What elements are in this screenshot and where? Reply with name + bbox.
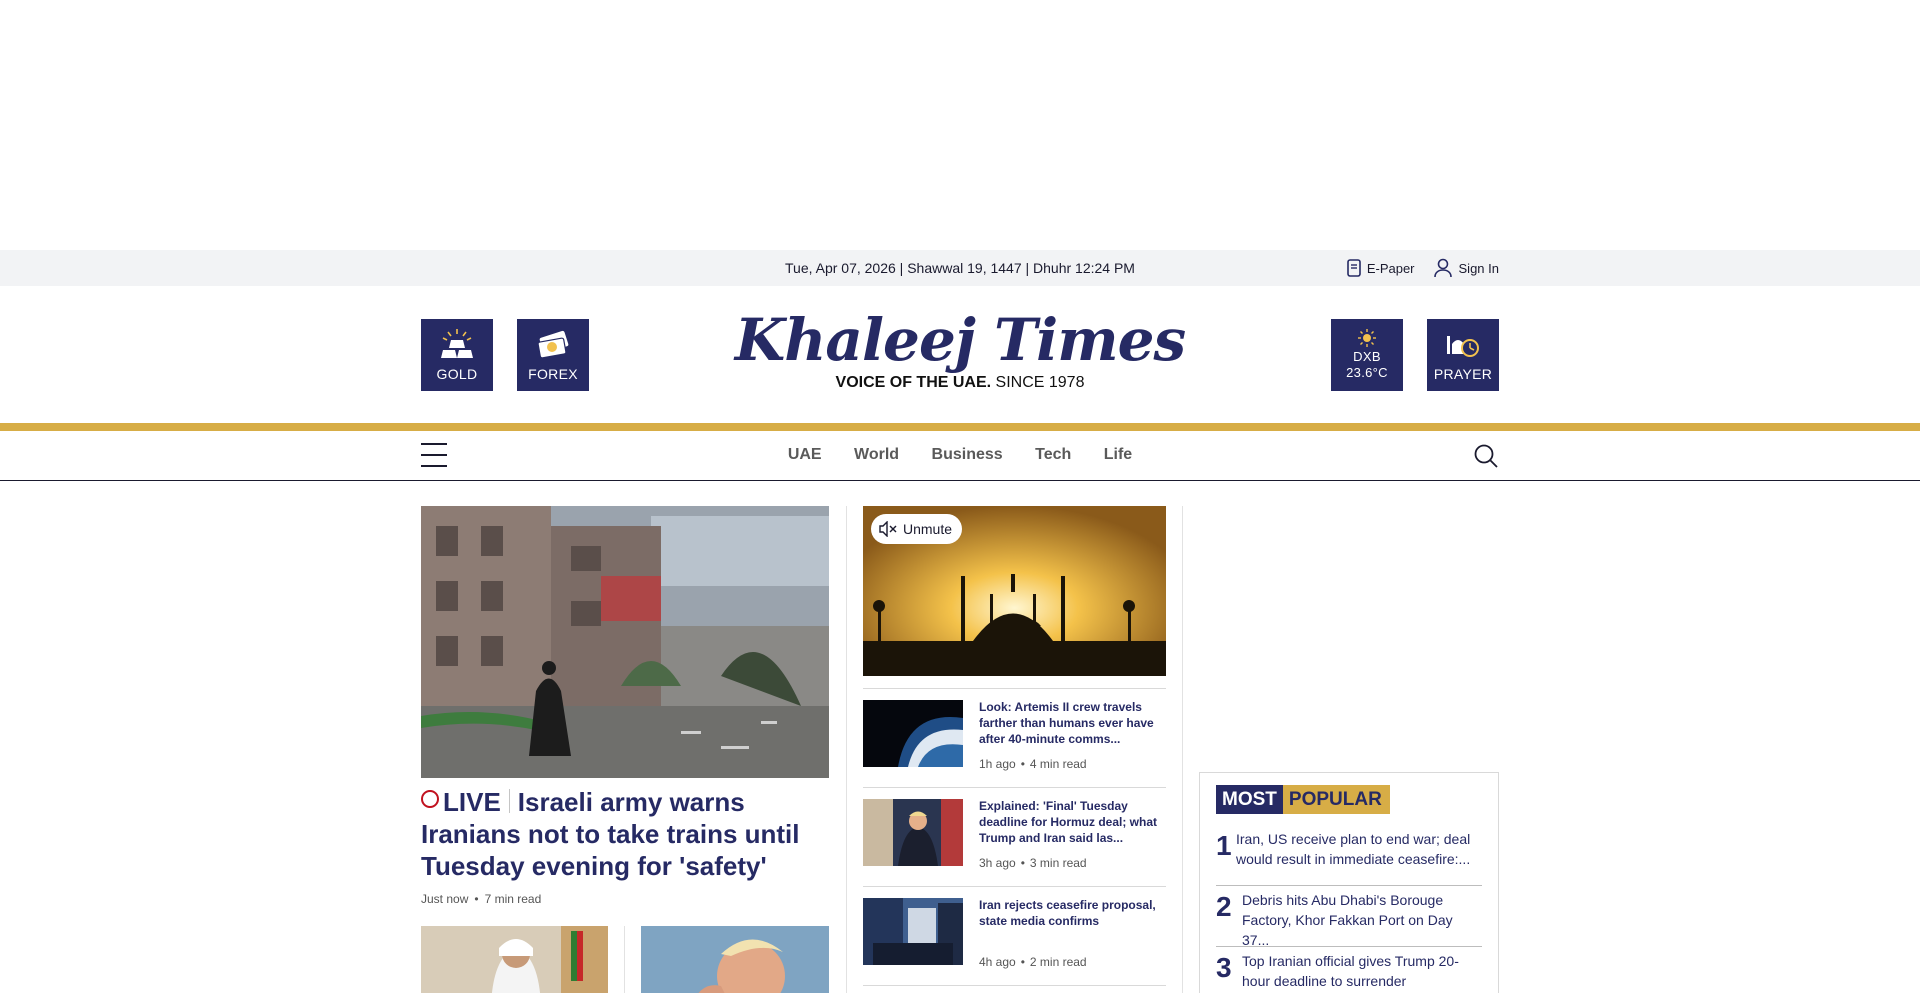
date-line: Tue, Apr 07, 2026 | Shawwal 19, 1447 | D…: [785, 260, 1135, 276]
story-meta: 3h ago • 3 min read: [979, 856, 1087, 870]
most-popular-heading-b: POPULAR: [1282, 785, 1390, 814]
prayer-button[interactable]: PRAYER: [1427, 319, 1499, 391]
epaper-label: E-Paper: [1366, 260, 1415, 276]
weather-city: DXB: [1353, 349, 1381, 364]
story-read-time: 4 min read: [1029, 757, 1087, 771]
unmute-label: Unmute: [903, 521, 953, 537]
main-content: LIVE Israeli army warns Iranians not to t…: [421, 506, 1499, 993]
sub-photo-1-illustration: [421, 926, 608, 993]
lead-headline[interactable]: LIVE Israeli army warns Iranians not to t…: [421, 786, 829, 882]
epaper-icon: [1347, 259, 1361, 277]
tagline-rest: SINCE 1978: [991, 374, 1085, 391]
search-icon[interactable]: [1473, 443, 1499, 469]
nav-item-world[interactable]: World: [854, 431, 899, 479]
sign-in-label: Sign In: [1458, 260, 1499, 276]
column-divider-1: [846, 506, 847, 993]
nav-item-business[interactable]: Business: [932, 431, 1003, 479]
sub-story-divider: [624, 926, 625, 993]
list-item[interactable]: Iran rejects ceasefire proposal, state m…: [863, 886, 1166, 985]
popular-item-1[interactable]: 1 Iran, US receive plan to end war; deal…: [1216, 825, 1482, 886]
story-read-time: 2 min read: [1029, 955, 1087, 969]
ad-space: [0, 0, 1920, 250]
live-indicator-icon: [421, 790, 439, 808]
live-separator: [508, 789, 510, 813]
muted-speaker-icon: [879, 521, 897, 537]
story-thumbnail: [863, 700, 963, 767]
sub-photo-2-illustration: [641, 926, 829, 993]
lead-read-time: 7 min read: [484, 892, 542, 906]
nav-item-life[interactable]: Life: [1104, 431, 1132, 479]
story-time: 1h ago: [979, 757, 1016, 771]
most-popular-heading-a: MOST: [1216, 785, 1283, 814]
nav-item-uae[interactable]: UAE: [788, 431, 822, 479]
popular-item-2[interactable]: 2 Debris hits Abu Dhabi's Borouge Factor…: [1216, 886, 1482, 948]
sun-icon: [1358, 329, 1376, 347]
main-nav: UAE World Business Tech Life: [0, 431, 1920, 481]
story-meta: 4h ago • 2 min read: [979, 955, 1087, 969]
most-popular-heading: MOST POPULAR: [1216, 785, 1390, 814]
top-bar-actions: E-Paper Sign In: [1347, 250, 1499, 286]
story-time: 3h ago: [979, 856, 1016, 870]
popular-title: Debris hits Abu Dhabi's Borouge Factory,…: [1242, 892, 1453, 948]
unmute-button[interactable]: Unmute: [871, 514, 963, 544]
weather-button[interactable]: DXB 23.6°C: [1331, 319, 1403, 391]
popular-item-3[interactable]: 3 Top Iranian official gives Trump 20-ho…: [1216, 947, 1482, 993]
popular-title: Iran, US receive plan to end war; deal w…: [1236, 831, 1471, 867]
lead-photo-illustration: [421, 506, 829, 778]
lead-time: Just now: [421, 892, 469, 906]
list-end-rule: [863, 985, 1166, 986]
prayer-label: PRAYER: [1433, 366, 1493, 382]
story-title: Iran rejects ceasefire proposal, state m…: [979, 898, 1156, 928]
sign-in-link[interactable]: Sign In: [1433, 258, 1499, 278]
meta-dot: •: [474, 892, 479, 906]
featured-video[interactable]: Unmute: [863, 506, 1166, 676]
mosque-clock-icon: [1447, 336, 1479, 357]
story-title: Explained: 'Final' Tuesday deadline for …: [979, 799, 1158, 845]
most-popular-box: MOST POPULAR 1 Iran, US receive plan to e…: [1199, 772, 1499, 993]
lead-meta: Just now • 7 min read: [421, 892, 541, 906]
sub-story-image-2[interactable]: [641, 926, 829, 993]
masthead: GOLD FOREX Khaleej Times VOICE OF THE UA…: [0, 286, 1920, 423]
tagline: VOICE OF THE UAE. SINCE 1978: [0, 374, 1920, 392]
story-time: 4h ago: [979, 955, 1016, 969]
popular-rank: 2: [1216, 891, 1232, 922]
story-thumbnail: [863, 799, 963, 866]
sub-story-image-1[interactable]: [421, 926, 608, 993]
tagline-bold: VOICE OF THE UAE.: [835, 374, 992, 391]
story-title: Look: Artemis II crew travels farther th…: [979, 700, 1154, 746]
popular-rank: 3: [1216, 952, 1232, 983]
list-item[interactable]: Explained: 'Final' Tuesday deadline for …: [863, 787, 1166, 886]
gold-divider: [0, 423, 1920, 431]
popular-rank: 1: [1216, 830, 1232, 861]
site-logo[interactable]: Khaleej Times VOICE OF THE UAE. SINCE 19…: [0, 308, 1920, 392]
list-item[interactable]: Look: Artemis II crew travels farther th…: [863, 688, 1166, 787]
column-divider-2: [1182, 506, 1183, 993]
logo-wordmark: Khaleej Times: [734, 306, 1186, 374]
top-bar: Tue, Apr 07, 2026 | Shawwal 19, 1447 | D…: [0, 250, 1920, 286]
weather-temp: 23.6°C: [1346, 365, 1388, 380]
story-meta: 1h ago • 4 min read: [979, 757, 1087, 771]
nav-links: UAE World Business Tech Life: [0, 431, 1920, 479]
nav-item-tech[interactable]: Tech: [1035, 431, 1071, 479]
epaper-link[interactable]: E-Paper: [1347, 259, 1415, 277]
story-thumbnail: [863, 898, 963, 965]
story-list: Look: Artemis II crew travels farther th…: [863, 688, 1166, 986]
story-read-time: 3 min read: [1029, 856, 1087, 870]
live-label: LIVE: [443, 787, 501, 817]
lead-story-image[interactable]: [421, 506, 829, 778]
popular-title: Top Iranian official gives Trump 20-hour…: [1242, 953, 1459, 989]
user-icon: [1433, 258, 1452, 278]
